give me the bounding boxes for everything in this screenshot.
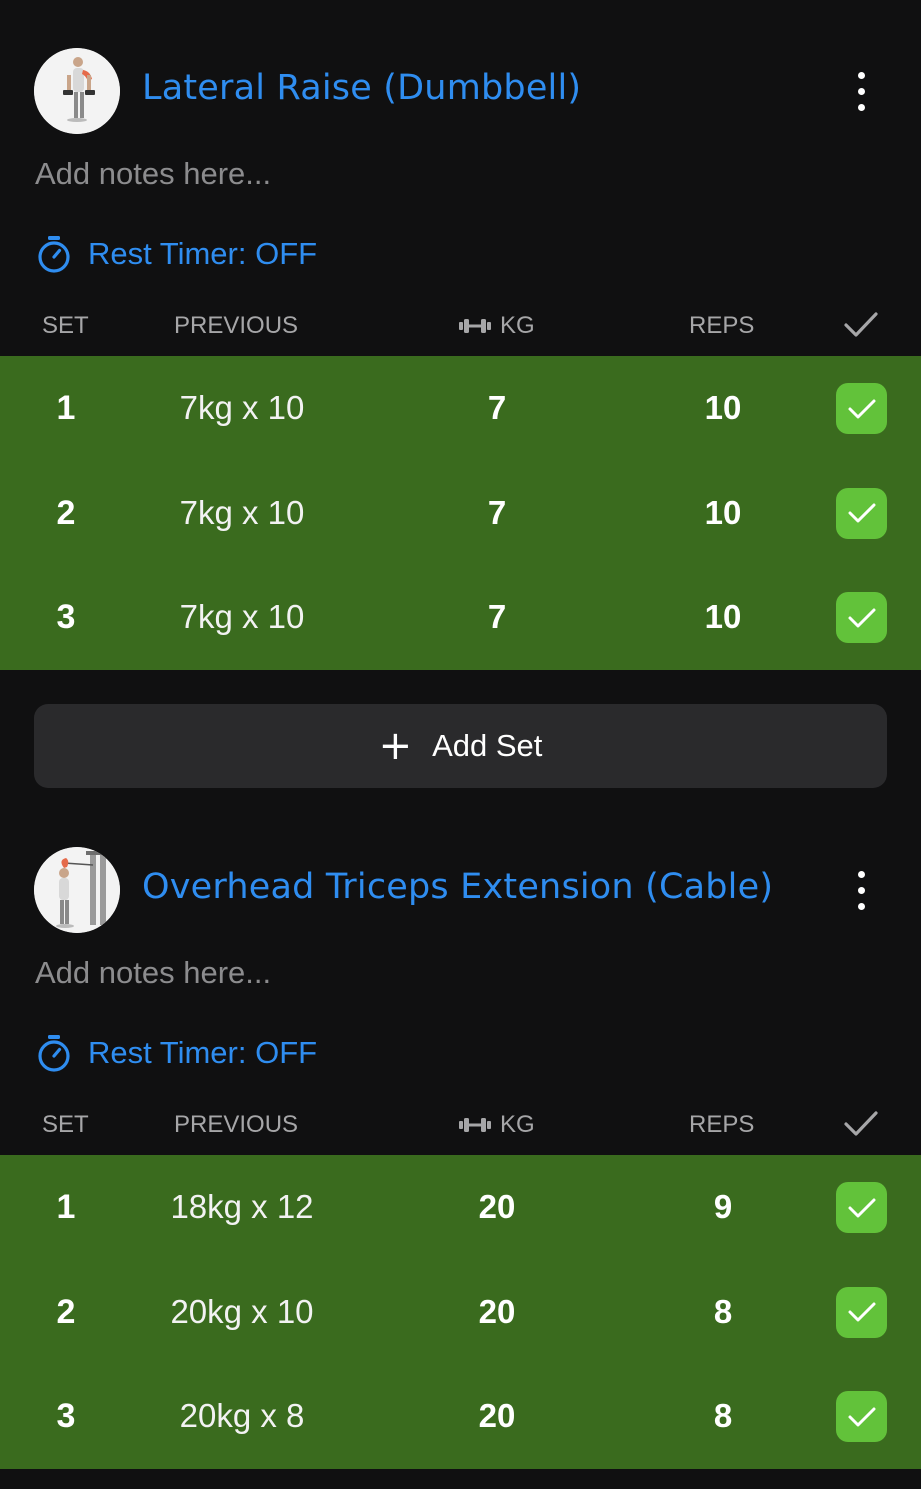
checkmark-icon bbox=[848, 1198, 875, 1217]
kg-input[interactable]: 20 bbox=[437, 1260, 557, 1365]
dumbbell-icon bbox=[459, 1118, 491, 1132]
reps-input[interactable]: 10 bbox=[663, 565, 783, 670]
reps-input[interactable]: 8 bbox=[663, 1364, 783, 1469]
checkmark-icon bbox=[848, 1407, 875, 1427]
checkmark-icon bbox=[844, 312, 878, 337]
reps-input[interactable]: 10 bbox=[663, 356, 783, 461]
rest-timer-label: Rest Timer: OFF bbox=[88, 236, 318, 271]
kg-input[interactable]: 7 bbox=[437, 565, 557, 670]
rest-timer-button[interactable]: Rest Timer: OFF bbox=[36, 232, 317, 276]
previous-value[interactable]: 18kg x 12 bbox=[140, 1155, 344, 1260]
rest-timer-button[interactable]: Rest Timer: OFF bbox=[36, 1031, 317, 1075]
sets-table: 1 7kg x 10 7 10 2 7kg x 10 7 10 3 7kg x … bbox=[0, 356, 921, 671]
reps-input[interactable]: 8 bbox=[663, 1260, 783, 1365]
set-number[interactable]: 2 bbox=[36, 1260, 96, 1365]
sets-table: 1 18kg x 12 20 9 2 20kg x 10 20 8 3 20kg… bbox=[0, 1155, 921, 1470]
set-number[interactable]: 3 bbox=[36, 565, 96, 670]
notes-input[interactable]: Add notes here... bbox=[35, 955, 271, 991]
set-complete-checkbox[interactable] bbox=[836, 487, 887, 539]
set-table-header: SET PREVIOUS KG REPS bbox=[0, 1105, 921, 1145]
column-previous: PREVIOUS bbox=[174, 312, 299, 339]
exercise-title[interactable]: Lateral Raise (Dumbbell) bbox=[142, 68, 581, 108]
checkmark-icon bbox=[848, 608, 875, 628]
previous-value[interactable]: 20kg x 8 bbox=[140, 1364, 344, 1469]
set-number[interactable]: 2 bbox=[36, 461, 96, 566]
exercise-title[interactable]: Overhead Triceps Extension (Cable) bbox=[142, 867, 773, 907]
column-set: SET bbox=[42, 1111, 89, 1138]
column-reps: REPS bbox=[689, 312, 755, 339]
set-row: 2 7kg x 10 7 10 bbox=[0, 461, 921, 566]
set-number[interactable]: 1 bbox=[36, 356, 96, 461]
exercise-thumbnail[interactable] bbox=[34, 847, 120, 933]
stopwatch-icon bbox=[38, 1035, 70, 1072]
set-complete-checkbox[interactable] bbox=[836, 1391, 887, 1443]
kg-input[interactable]: 20 bbox=[437, 1364, 557, 1469]
dumbbell-icon bbox=[459, 319, 491, 333]
checkmark-icon bbox=[848, 503, 875, 523]
plus-icon: + bbox=[378, 723, 413, 769]
set-row: 3 20kg x 8 20 8 bbox=[0, 1364, 921, 1469]
set-row: 1 18kg x 12 20 9 bbox=[0, 1155, 921, 1260]
set-row: 3 7kg x 10 7 10 bbox=[0, 565, 921, 670]
previous-value[interactable]: 7kg x 10 bbox=[140, 565, 344, 670]
add-set-button[interactable]: + Add Set bbox=[34, 704, 887, 788]
more-options-icon[interactable] bbox=[846, 871, 876, 921]
set-row: 1 7kg x 10 7 10 bbox=[0, 356, 921, 461]
kg-input[interactable]: 7 bbox=[437, 461, 557, 566]
notes-input[interactable]: Add notes here... bbox=[35, 156, 271, 192]
set-number[interactable]: 3 bbox=[36, 1364, 96, 1469]
set-table-header: SET PREVIOUS KG REPS bbox=[0, 306, 921, 346]
set-row: 2 20kg x 10 20 8 bbox=[0, 1260, 921, 1365]
column-kg: KG bbox=[458, 312, 535, 340]
column-previous: PREVIOUS bbox=[174, 1111, 299, 1138]
column-set: SET bbox=[42, 312, 89, 339]
set-complete-checkbox[interactable] bbox=[836, 592, 887, 644]
previous-value[interactable]: 7kg x 10 bbox=[140, 356, 344, 461]
more-options-icon[interactable] bbox=[846, 72, 876, 122]
reps-input[interactable]: 10 bbox=[663, 461, 783, 566]
set-complete-checkbox[interactable] bbox=[836, 1182, 887, 1233]
column-done bbox=[843, 310, 879, 347]
previous-value[interactable]: 20kg x 10 bbox=[140, 1260, 344, 1365]
set-number[interactable]: 1 bbox=[36, 1155, 96, 1260]
column-reps: REPS bbox=[689, 1111, 755, 1138]
set-complete-checkbox[interactable] bbox=[836, 1286, 887, 1338]
column-kg: KG bbox=[458, 1111, 535, 1139]
add-set-label: Add Set bbox=[432, 728, 543, 763]
checkmark-icon bbox=[848, 1302, 875, 1322]
kg-input[interactable]: 7 bbox=[437, 356, 557, 461]
rest-timer-label: Rest Timer: OFF bbox=[88, 1035, 318, 1070]
column-done bbox=[843, 1109, 879, 1146]
kg-input[interactable]: 20 bbox=[437, 1155, 557, 1260]
checkmark-icon bbox=[848, 399, 875, 418]
previous-value[interactable]: 7kg x 10 bbox=[140, 461, 344, 566]
stopwatch-icon bbox=[38, 236, 70, 273]
checkmark-icon bbox=[844, 1111, 878, 1136]
reps-input[interactable]: 9 bbox=[663, 1155, 783, 1260]
set-complete-checkbox[interactable] bbox=[836, 383, 887, 434]
exercise-thumbnail[interactable] bbox=[34, 48, 120, 134]
